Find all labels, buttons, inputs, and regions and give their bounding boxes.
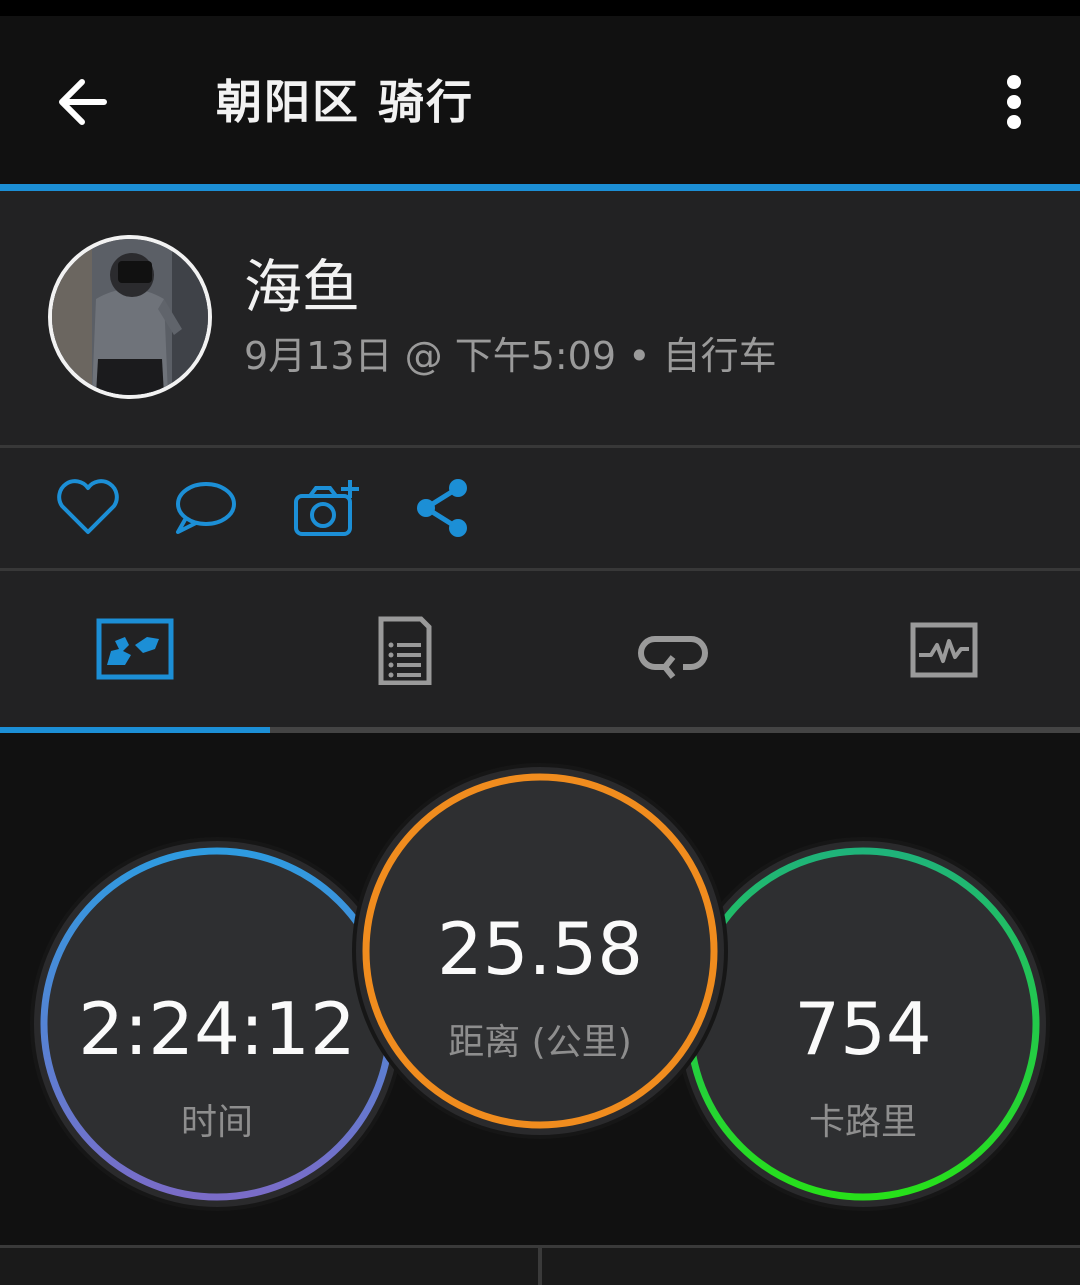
add-photo-button[interactable] — [288, 476, 364, 540]
tab-charts[interactable] — [810, 571, 1080, 727]
tab-details[interactable] — [270, 571, 540, 727]
calories-label: 卡路里 — [808, 1102, 917, 1143]
comment-button[interactable] — [168, 476, 244, 540]
back-button[interactable] — [44, 66, 124, 138]
calories-stat[interactable]: 754 卡路里 — [676, 837, 1050, 1211]
time-stat[interactable]: 2:24:12 时间 — [30, 837, 404, 1211]
avatar[interactable] — [48, 235, 212, 399]
activity-profile: 海鱼 9月13日 @ 下午5:09 • 自行车 — [0, 191, 1080, 445]
laps-loop-icon — [638, 636, 708, 679]
heart-icon — [57, 479, 119, 534]
calories-value: 754 — [794, 987, 932, 1071]
share-icon — [417, 479, 467, 537]
share-button[interactable] — [406, 476, 482, 540]
time-label: 时间 — [180, 1102, 253, 1143]
tab-laps[interactable] — [540, 571, 810, 727]
time-value: 2:24:12 — [78, 987, 356, 1071]
comment-icon — [176, 482, 236, 534]
header-accent-line — [0, 184, 1080, 191]
chart-pulse-icon — [910, 622, 978, 678]
more-vertical-icon — [1007, 75, 1021, 129]
distance-value: 25.58 — [436, 907, 644, 991]
document-list-icon — [378, 616, 432, 685]
summary-stats: 2:24:12 时间 754 卡路里 25.58 距离 (公里) — [0, 733, 1080, 1245]
more-options-button[interactable] — [984, 68, 1044, 140]
app-bar: 朝阳区 骑行 — [0, 16, 1080, 184]
tab-map[interactable] — [0, 571, 270, 727]
avatar-photo — [52, 239, 208, 395]
map-icon — [96, 618, 174, 680]
distance-label: 距离 (公里) — [448, 1022, 632, 1063]
more-stats-separator — [538, 1245, 542, 1285]
like-button[interactable] — [50, 476, 126, 540]
add-photo-icon — [294, 480, 359, 536]
user-name: 海鱼 — [244, 253, 361, 321]
action-row — [0, 448, 1080, 568]
activity-tabs — [0, 571, 1080, 727]
page-title: 朝阳区 骑行 — [216, 75, 475, 129]
status-bar — [0, 0, 1080, 16]
arrow-left-icon — [59, 79, 107, 125]
activity-meta: 9月13日 @ 下午5:09 • 自行车 — [244, 334, 777, 378]
distance-stat[interactable]: 25.58 距离 (公里) — [352, 763, 728, 1139]
